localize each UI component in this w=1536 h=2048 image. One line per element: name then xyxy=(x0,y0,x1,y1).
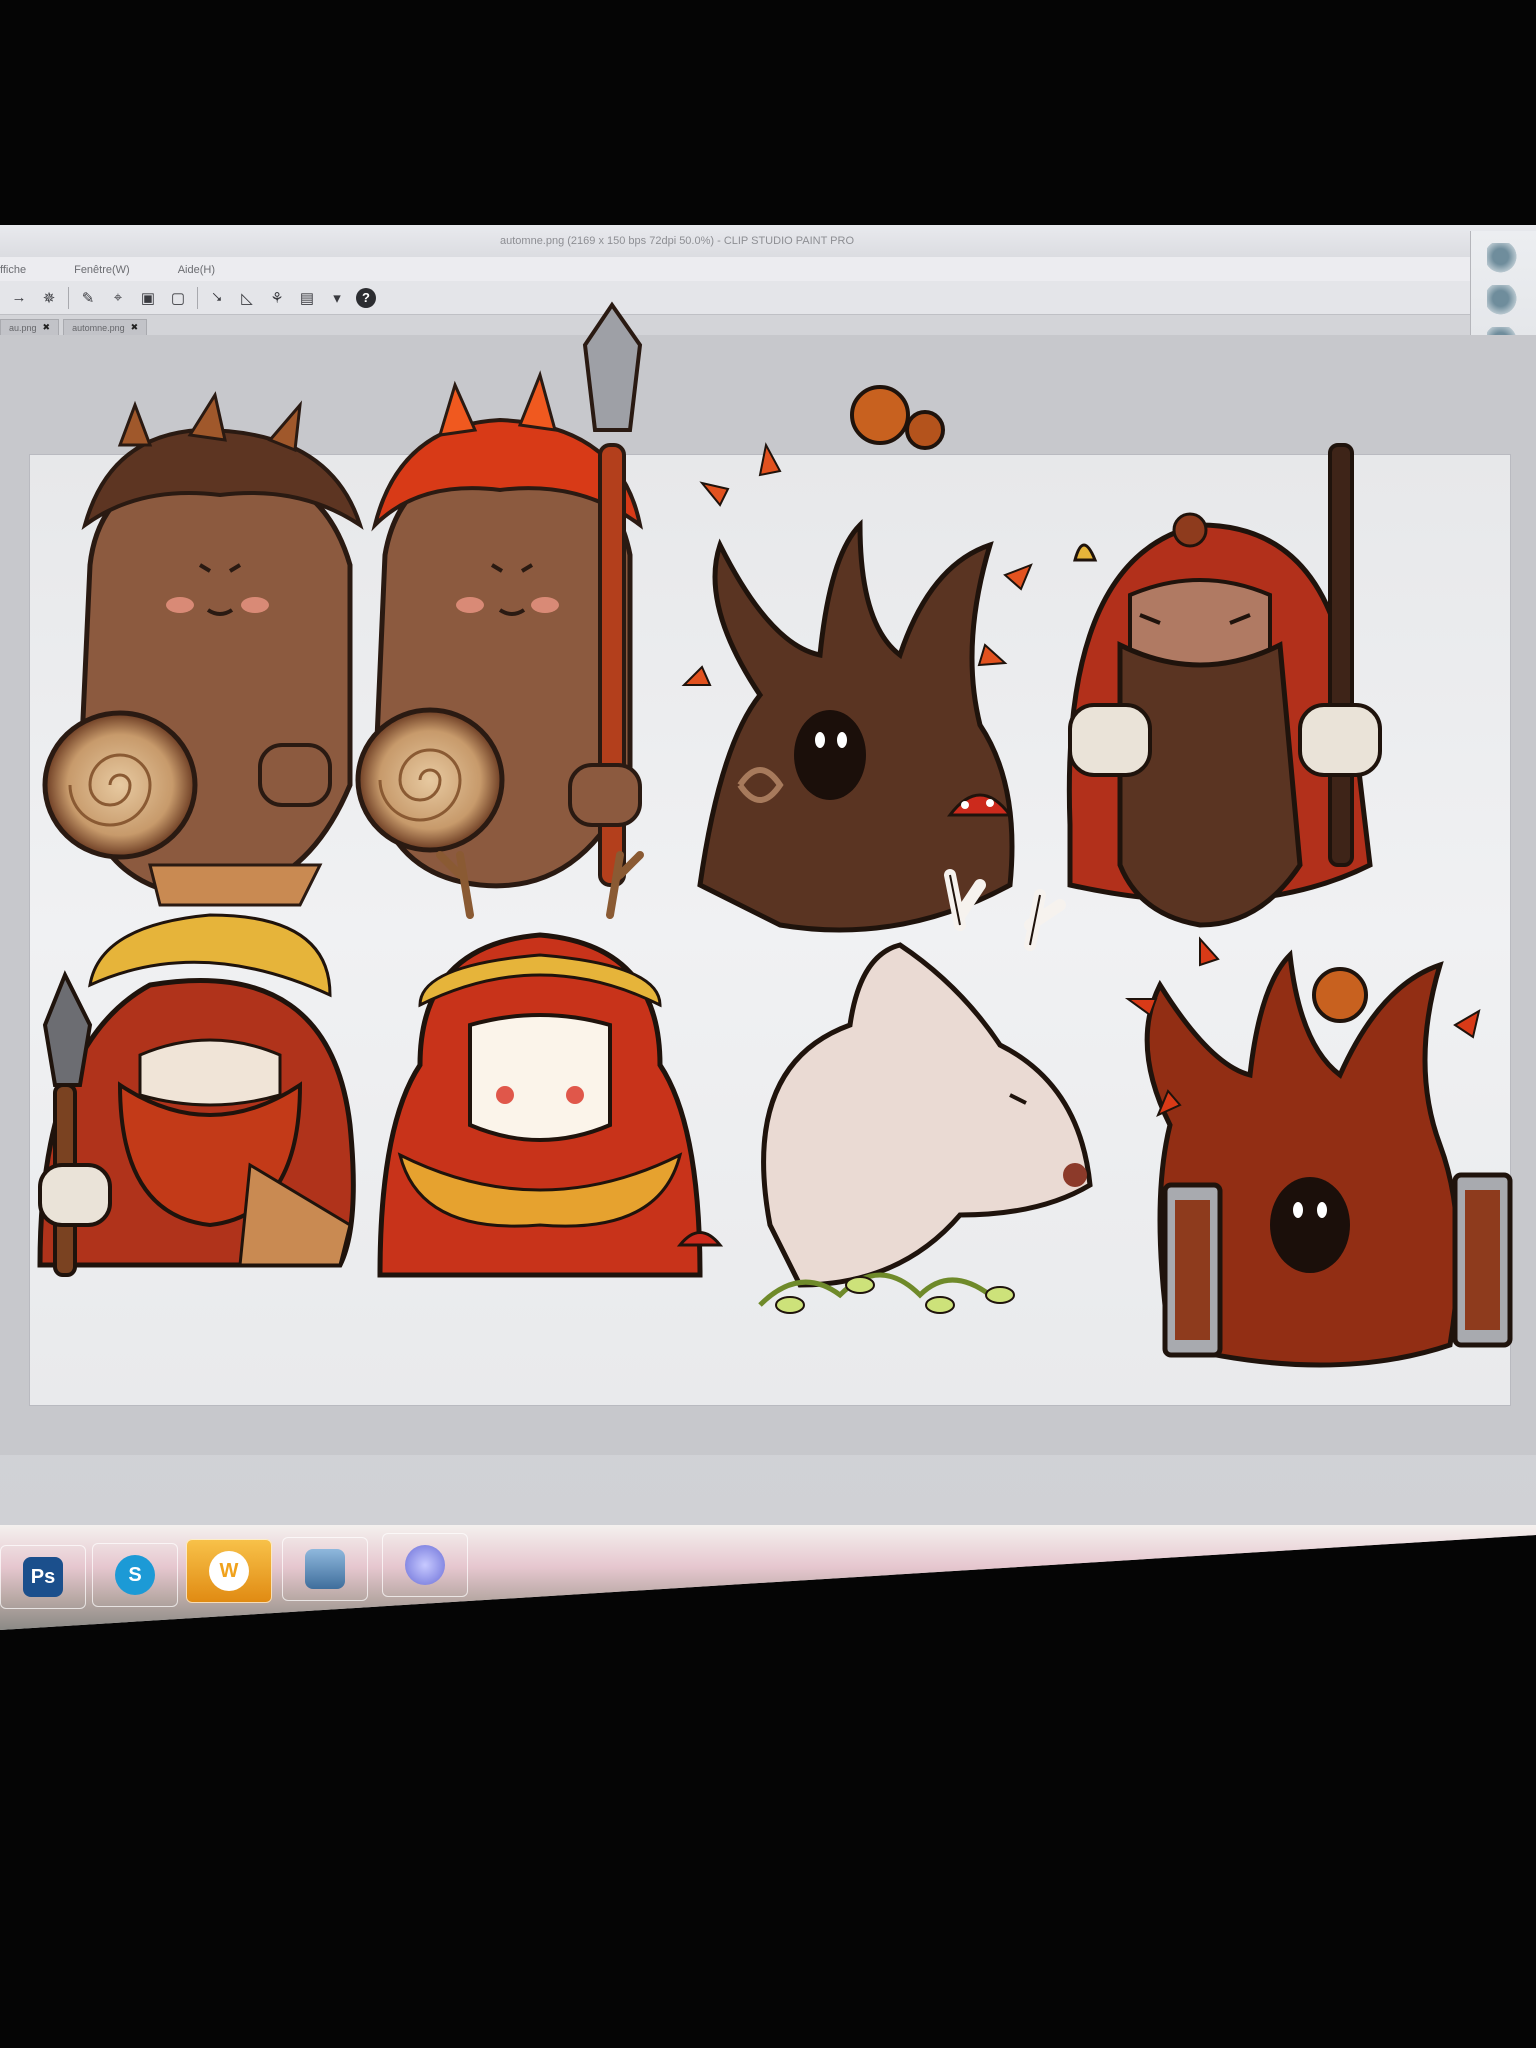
taskbar-image-viewer-button[interactable] xyxy=(282,1537,368,1601)
tab-document-1[interactable]: au.png ✖ xyxy=(0,319,60,335)
photoshop-icon: Ps xyxy=(23,1557,63,1597)
wamp-icon: W xyxy=(209,1551,249,1591)
toolbar-divider xyxy=(68,286,69,309)
guide-icon[interactable]: ◺ xyxy=(236,287,258,309)
transform-icon[interactable]: ⌖ xyxy=(107,287,129,309)
document-tabs: au.png ✖ automne.png ✖ xyxy=(0,315,1480,335)
grid-icon[interactable]: ⚘ xyxy=(266,287,288,309)
layer-icon[interactable]: ▣ xyxy=(137,287,159,309)
arrow-icon[interactable]: → xyxy=(8,287,30,309)
close-icon[interactable]: ✖ xyxy=(131,322,139,333)
brush-preset-icon[interactable] xyxy=(1487,243,1521,273)
taskbar-photoshop-button[interactable]: Ps xyxy=(0,1545,86,1609)
chevron-down-icon[interactable]: ▾ xyxy=(326,287,348,309)
menu-item-view[interactable]: ffiche xyxy=(0,264,50,276)
tab-document-2[interactable]: automne.png ✖ xyxy=(63,319,148,335)
menu-bar: ffiche Fenêtre(W) Aide(H) xyxy=(0,257,1480,283)
picture-icon xyxy=(305,1549,345,1589)
clip-studio-icon xyxy=(405,1545,445,1585)
windows-taskbar: Ps S W xyxy=(0,1525,1536,1630)
menu-item-help[interactable]: Aide(H) xyxy=(154,264,239,276)
toolbar-divider xyxy=(197,286,198,309)
menu-item-window[interactable]: Fenêtre(W) xyxy=(50,264,154,276)
taskbar-skype-button[interactable]: S xyxy=(92,1543,178,1607)
skype-icon: S xyxy=(115,1555,155,1595)
sync-icon[interactable]: ✵ xyxy=(38,287,60,309)
monitor-screen: automne.png (2169 x 150 bps 72dpi 50.0%)… xyxy=(0,225,1536,1630)
pen-icon[interactable]: ✎ xyxy=(77,287,99,309)
canvas-area[interactable] xyxy=(0,335,1536,1455)
close-icon[interactable]: ✖ xyxy=(43,322,51,333)
taskbar-clip-studio-button[interactable] xyxy=(382,1533,468,1597)
window-title: automne.png (2169 x 150 bps 72dpi 50.0%)… xyxy=(500,235,855,247)
select-icon[interactable]: ▢ xyxy=(167,287,189,309)
ruler-icon[interactable]: ⭨ xyxy=(206,287,228,309)
help-button[interactable]: ? xyxy=(356,287,376,308)
brush-preset-icon[interactable] xyxy=(1487,285,1521,315)
command-bar: → ✵ ✎ ⌖ ▣ ▢ ⭨ ◺ ⚘ ▤ ▾ ? xyxy=(0,281,1480,315)
taskbar-wamp-button[interactable]: W xyxy=(186,1539,272,1603)
tab-label: au.png xyxy=(9,322,37,333)
display-icon[interactable]: ▤ xyxy=(296,287,318,309)
tab-label: automne.png xyxy=(72,322,125,333)
canvas-sheet[interactable] xyxy=(30,455,1510,1405)
